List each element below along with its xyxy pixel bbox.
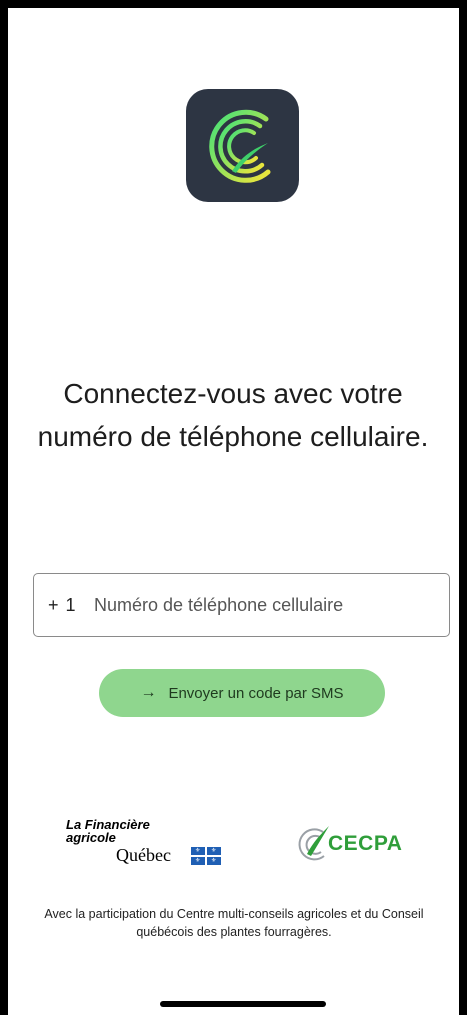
fadq-logo: La Financière agricole Québec ⚜ ⚜ ⚜ ⚜ bbox=[66, 818, 236, 868]
quebec-flag-icon: ⚜ ⚜ ⚜ ⚜ bbox=[191, 847, 221, 865]
cecpa-logo: CECPA bbox=[293, 818, 423, 863]
country-code: + 1 bbox=[48, 594, 77, 615]
phone-input[interactable] bbox=[94, 594, 439, 616]
footer-credits: Avec la participation du Centre multi-co… bbox=[44, 907, 424, 939]
home-indicator[interactable] bbox=[160, 1001, 326, 1007]
arrow-right-icon: → bbox=[140, 684, 157, 701]
cecpa-name: CECPA bbox=[328, 832, 403, 855]
cecpa-logo-icon bbox=[209, 109, 271, 183]
fadq-line2: agricole bbox=[66, 830, 116, 845]
page-title: Connectez-vous avec votre numéro de télé… bbox=[37, 378, 429, 452]
send-sms-button[interactable]: → Envoyer un code par SMS bbox=[99, 669, 385, 717]
login-screen: Connectez-vous avec votre numéro de télé… bbox=[8, 8, 459, 1015]
app-logo-icon bbox=[186, 89, 299, 202]
send-sms-label: Envoyer un code par SMS bbox=[168, 684, 344, 702]
fadq-quebec: Québec bbox=[116, 845, 171, 865]
cecpa-leaf-icon bbox=[298, 826, 329, 861]
phone-field[interactable]: + 1 bbox=[33, 573, 450, 637]
